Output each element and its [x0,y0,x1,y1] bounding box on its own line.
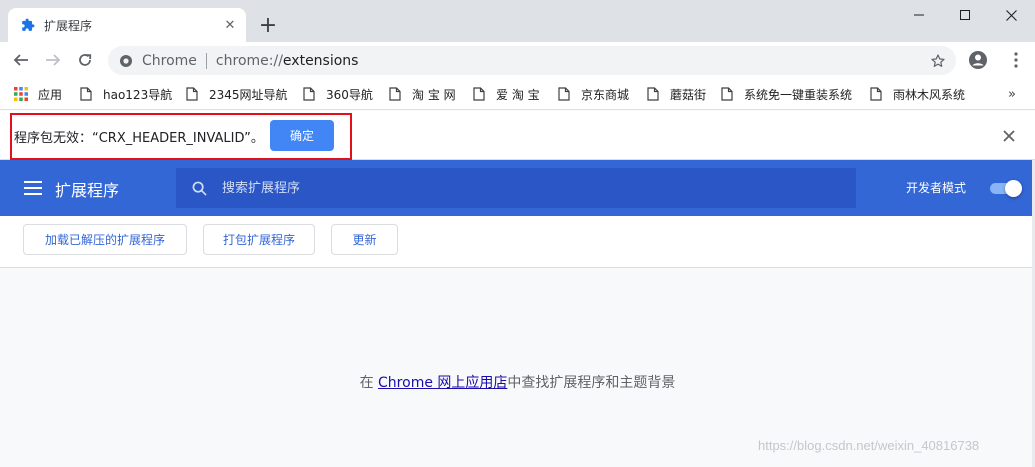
watermark: https://blog.csdn.net/weixin_40816738 [758,438,980,453]
webstore-link[interactable]: Chrome 网上应用店 [378,375,507,391]
empty-state-prefix: 在 [359,375,379,391]
maximize-icon[interactable] [942,0,988,30]
error-message: 程序包无效：“CRX_HEADER_INVALID”。 [14,131,264,146]
bookmark-label: 雨林木风系统 [893,87,966,102]
page-icon [868,86,884,102]
page-icon [184,86,200,102]
bookmark-apps[interactable]: 应用 [13,83,62,105]
omnibox-chip: Chrome [142,52,197,69]
extensions-header: 扩展程序 开发者模式 [0,160,1035,216]
bookmark-label: 系统免一键重装系统 [744,87,853,102]
window-close-icon[interactable] [988,0,1034,30]
tab-extensions[interactable]: 扩展程序 ✕ [8,8,246,42]
developer-action-bar: 加载已解压的扩展程序 打包扩展程序 更新 [0,216,1035,268]
developer-mode-label: 开发者模式 [906,181,967,195]
load-unpacked-button[interactable]: 加载已解压的扩展程序 [23,224,187,255]
search-icon [190,179,208,197]
pack-extension-button[interactable]: 打包扩展程序 [203,224,315,255]
tab-close-icon[interactable]: ✕ [220,15,240,35]
bookmark-label: 蘑菇街 [670,87,707,102]
bookmark-aitaobao[interactable]: 爱 淘 宝 [471,83,540,105]
puzzle-icon [20,17,36,33]
toggle-knob [1005,180,1022,197]
url-scheme: chrome:// [215,52,283,69]
bookmark-label: 爱 淘 宝 [496,87,540,102]
infobar-close-icon[interactable] [999,126,1019,146]
bookmark-label: 京东商城 [581,87,630,102]
new-tab-button[interactable]: + [256,14,280,38]
page-icon [471,86,487,102]
back-arrow-icon[interactable] [7,46,35,74]
bookmarks-bar: 应用 hao123导航 2345网址导航 360导航 淘 宝 网 爱 淘 宝 京… [0,79,1035,110]
extensions-search-input[interactable] [222,169,856,207]
bookmark-hao123[interactable]: hao123导航 [78,83,172,105]
kebab-menu-icon[interactable] [1004,48,1028,72]
bookmark-360[interactable]: 360导航 [301,83,373,105]
bookmarks-overflow-icon[interactable]: » [1002,84,1022,104]
confirm-button[interactable]: 确定 [270,120,334,151]
chrome-secure-icon [118,53,134,69]
bookmark-label: 淘 宝 网 [412,87,456,102]
bookmark-label: 360导航 [326,87,373,102]
browser-toolbar: Chrome chrome://extensions [0,42,1035,79]
error-infobar: 程序包无效：“CRX_HEADER_INVALID”。 确定 [0,111,1035,160]
page-icon [645,86,661,102]
bookmark-jd[interactable]: 京东商城 [556,83,629,105]
extensions-search-box[interactable] [176,168,856,208]
forward-arrow-icon[interactable] [39,46,67,74]
minimize-icon[interactable] [896,0,942,30]
bookmark-label: 应用 [38,87,63,102]
page-title: 扩展程序 [55,181,120,200]
bookmark-label: 2345网址导航 [209,87,288,102]
page-icon [719,86,735,102]
empty-state-message: 在 Chrome 网上应用店中查找扩展程序和主题背景 [0,372,1035,392]
bookmark-label: hao123导航 [103,87,173,102]
tab-title: 扩展程序 [44,18,93,33]
update-button[interactable]: 更新 [331,224,398,255]
empty-state-suffix: 中查找扩展程序和主题背景 [507,375,676,391]
apps-grid-icon [13,86,29,102]
hamburger-menu-icon[interactable] [23,178,43,198]
url-host: extensions [282,52,359,69]
bookmark-2345[interactable]: 2345网址导航 [184,83,288,105]
bookmark-mogujie[interactable]: 蘑菇街 [645,83,706,105]
page-icon [301,86,317,102]
page-icon [556,86,572,102]
tab-strip: 扩展程序 ✕ + [0,0,1035,42]
bookmark-star-icon[interactable] [928,51,948,71]
page-icon [387,86,403,102]
address-bar[interactable]: Chrome chrome://extensions [108,46,956,75]
developer-mode-toggle[interactable] [989,180,1022,197]
page-icon [78,86,94,102]
bookmark-reinstall[interactable]: 系统免一键重装系统 [719,83,852,105]
omnibox-url[interactable]: chrome://extensions [216,53,359,69]
omnibox-separator [205,52,207,69]
bookmark-yulinmufeng[interactable]: 雨林木风系统 [868,83,965,105]
profile-avatar-icon[interactable] [966,48,990,72]
reload-icon[interactable] [71,46,99,74]
bookmark-taobao[interactable]: 淘 宝 网 [387,83,456,105]
